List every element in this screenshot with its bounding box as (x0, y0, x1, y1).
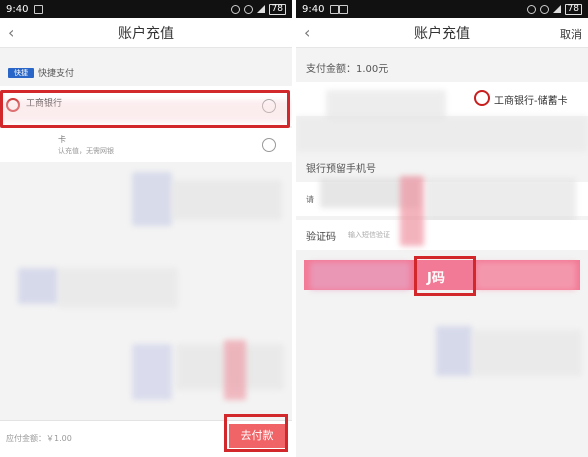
signal-icon (256, 5, 265, 13)
pay-amount-label: 支付金额：1.00元 (306, 64, 389, 75)
nav-bar: ‹ 账户充值 取消 (296, 18, 588, 48)
left-phone-screen: 9:40 78 ‹ 账户充值 快捷 快捷支付 工商银行 卡 认充值，无需网银 应… (0, 0, 292, 457)
pay-highlight-frame (224, 414, 288, 452)
phone-input-placeholder: 请 (306, 195, 314, 204)
signal-icon (552, 5, 561, 13)
message-icon (330, 4, 340, 14)
blurred-block (326, 90, 446, 120)
status-time: 9:40 (6, 3, 29, 15)
nav-bar: ‹ 账户充值 (0, 18, 292, 48)
bank-highlight-frame (0, 90, 290, 128)
tutorial-screenshot: 9:40 78 ‹ 账户充值 快捷 快捷支付 工商银行 卡 认充值，无需网银 应… (0, 0, 588, 457)
blurred-block (310, 262, 410, 290)
amount-row: 支付金额：1.00元 (296, 52, 588, 80)
status-bar: 9:40 78 (0, 0, 292, 18)
alarm-icon (526, 4, 536, 14)
blurred-block (18, 268, 58, 304)
status-bar: 9:40 78 (296, 0, 588, 18)
section-label: 快捷支付 (38, 69, 75, 79)
card-desc-text: 认充值，无需网银 (58, 147, 114, 155)
icbc-logo-icon (474, 90, 490, 106)
get-code-button-text: J码 (427, 271, 445, 286)
phone-label: 银行预留手机号 (306, 164, 376, 175)
blurred-arrow (400, 176, 424, 246)
blurred-block (132, 172, 172, 226)
right-phone-screen: 9:40 78 ‹ 账户充值 取消 支付金额：1.00元 工商银行-储蓄卡 银行… (296, 0, 588, 457)
blurred-block (58, 268, 178, 308)
battery-indicator: 78 (564, 3, 582, 15)
wifi-icon (243, 4, 253, 14)
blurred-block (436, 326, 472, 376)
code-input-hint: 输入短信验证 (348, 231, 390, 239)
page-title: 账户充值 (414, 25, 470, 42)
gallery-icon (34, 4, 44, 14)
gallery-icon (339, 4, 349, 14)
status-right: 78 (230, 3, 286, 15)
card-name: 工商银行-储蓄卡 (494, 96, 568, 107)
cancel-button[interactable]: 取消 (560, 26, 582, 42)
wifi-icon (539, 4, 549, 14)
blurred-block (296, 116, 588, 152)
blurred-block (472, 330, 582, 376)
blurred-block (132, 344, 172, 400)
quick-pay-logo-icon: 快捷 (8, 67, 34, 78)
bank-option-other[interactable]: 卡 认充值，无需网银 (0, 128, 292, 162)
status-right: 78 (526, 3, 582, 15)
battery-indicator: 78 (268, 3, 286, 15)
blurred-arrow (224, 340, 246, 400)
code-label: 验证码 (306, 232, 336, 243)
status-time: 9:40 (302, 3, 325, 15)
payable-amount: 应付金额：￥1.00 (6, 434, 72, 443)
code-input-row[interactable]: 验证码 输入短信验证 (296, 220, 588, 250)
bank-radio-2[interactable] (262, 138, 276, 152)
quick-pay-section: 快捷 快捷支付 (8, 66, 74, 79)
back-icon[interactable]: ‹ (304, 23, 310, 42)
blurred-block (172, 180, 282, 220)
back-icon[interactable]: ‹ (8, 23, 14, 42)
blurred-block (476, 262, 576, 290)
card-type-text: 卡 (58, 135, 66, 144)
page-title: 账户充值 (118, 25, 174, 42)
alarm-icon (230, 4, 240, 14)
get-code-highlight-frame[interactable]: J码 (414, 256, 476, 296)
